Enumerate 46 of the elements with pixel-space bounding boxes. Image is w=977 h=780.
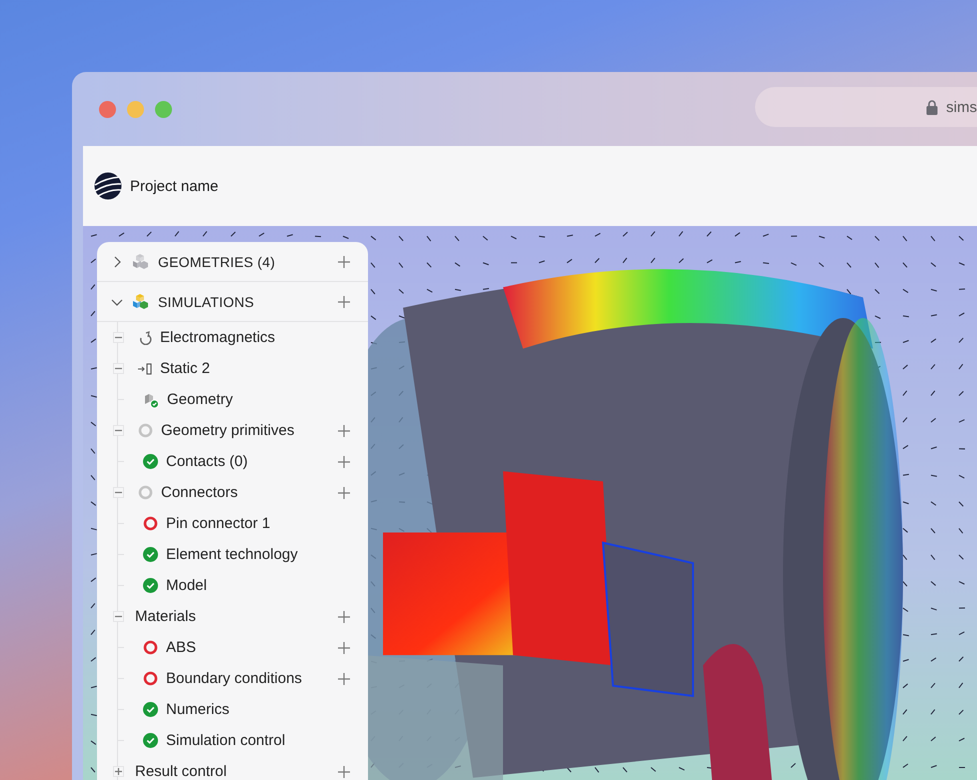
empty-circle-icon: [138, 485, 153, 500]
plus-icon: [114, 767, 123, 776]
expand-toggle[interactable]: [113, 766, 124, 777]
error-circle-icon: [143, 671, 158, 686]
collapse-toggle[interactable]: [113, 332, 124, 343]
tree-item[interactable]: Element technology: [166, 546, 350, 563]
geometry-check-icon: [143, 392, 159, 408]
check-circle-icon: [143, 702, 158, 717]
cubes-icon: [132, 253, 149, 270]
tree-item[interactable]: Geometry primitives: [161, 422, 324, 439]
section-title: SIMULATIONS: [158, 294, 256, 310]
tree-item[interactable]: Result control: [135, 763, 324, 780]
tree-item[interactable]: Contacts (0): [166, 453, 324, 470]
collapse-toggle[interactable]: [113, 363, 124, 374]
error-circle-icon: [143, 516, 158, 531]
tree-item[interactable]: Numerics: [166, 701, 350, 718]
cubes-icon: [132, 293, 149, 310]
collapse-toggle[interactable]: [113, 611, 124, 622]
error-circle-icon: [143, 640, 158, 655]
section-title: GEOMETRIES (4): [158, 254, 276, 270]
address-bar[interactable]: sims: [755, 87, 977, 127]
tree-item[interactable]: Boundary conditions: [166, 670, 324, 687]
collapse-toggle[interactable]: [113, 425, 124, 436]
tree-item[interactable]: Pin connector 1: [166, 515, 350, 532]
check-circle-icon: [143, 454, 158, 469]
check-circle-icon: [143, 578, 158, 593]
project-name: Project name: [130, 178, 218, 194]
tree-item[interactable]: Geometry: [167, 391, 350, 408]
empty-circle-icon: [138, 423, 153, 438]
logo-icon: [94, 172, 122, 200]
check-circle-icon: [143, 733, 158, 748]
address-text: sims: [946, 98, 977, 116]
collapse-toggle[interactable]: [113, 487, 124, 498]
lock-icon: [926, 100, 938, 114]
add-button[interactable]: [338, 296, 350, 308]
tree-item[interactable]: Electromagnetics: [160, 329, 350, 346]
tree-item[interactable]: Model: [166, 577, 350, 594]
swirl-icon: [138, 330, 152, 344]
tree-item[interactable]: Materials: [135, 608, 324, 625]
add-button[interactable]: [338, 256, 350, 268]
tree-item[interactable]: Simulation control: [166, 732, 350, 749]
tree-item[interactable]: Connectors: [161, 484, 324, 501]
tree-item[interactable]: Static 2: [160, 360, 350, 377]
arrow-into-box-icon: [138, 362, 152, 376]
check-circle-icon: [143, 547, 158, 562]
tree-item[interactable]: ABS: [166, 639, 324, 656]
